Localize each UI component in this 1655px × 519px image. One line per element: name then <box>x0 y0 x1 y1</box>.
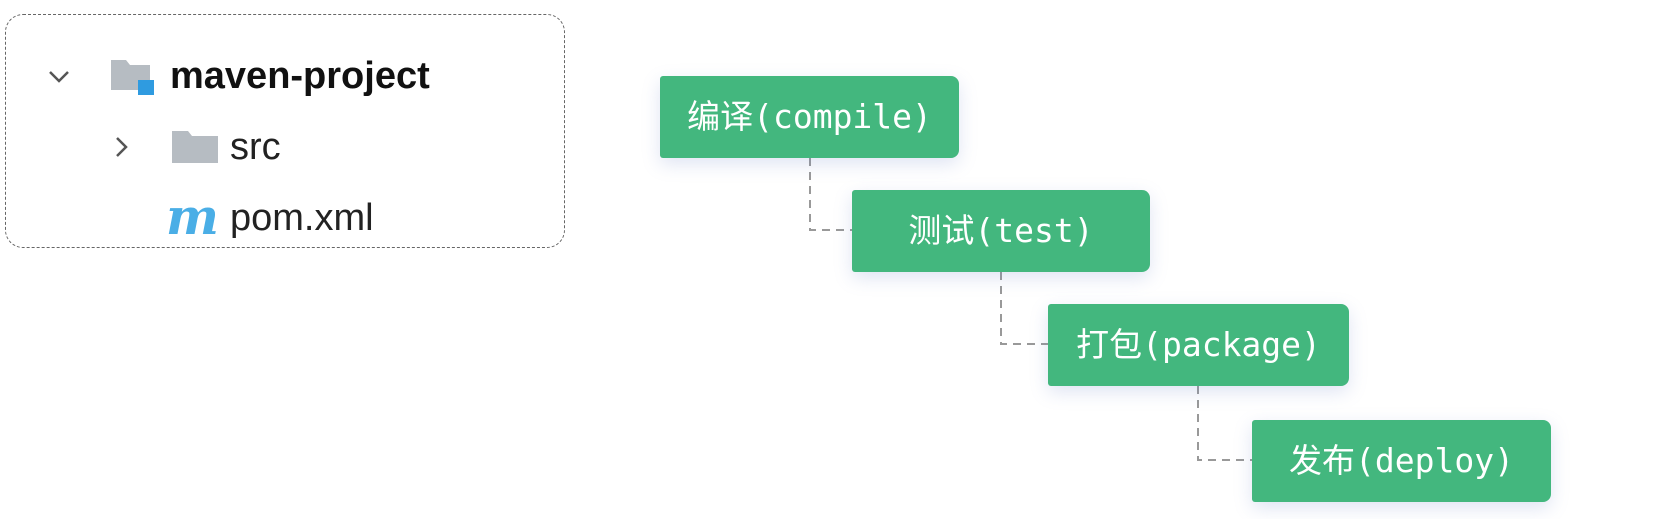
project-tree-panel: maven-project src m pom.xml <box>5 14 565 248</box>
connector-test-package <box>1000 272 1048 345</box>
chevron-right-icon[interactable] <box>110 136 132 158</box>
tree-item-label: maven-project <box>170 55 430 97</box>
stage-package: 打包(package) <box>1048 304 1349 386</box>
connector-compile-test <box>809 158 852 231</box>
maven-icon: m <box>166 187 219 246</box>
stage-compile: 编译(compile) <box>660 76 959 158</box>
tree-item-label: pom.xml <box>230 197 374 239</box>
stage-test: 测试(test) <box>852 190 1150 272</box>
folder-icon <box>171 129 219 165</box>
stage-deploy: 发布(deploy) <box>1252 420 1551 502</box>
module-folder-icon <box>110 56 158 96</box>
connector-package-deploy <box>1197 386 1252 461</box>
tree-item-label: src <box>230 126 281 168</box>
chevron-down-icon[interactable] <box>48 65 70 87</box>
